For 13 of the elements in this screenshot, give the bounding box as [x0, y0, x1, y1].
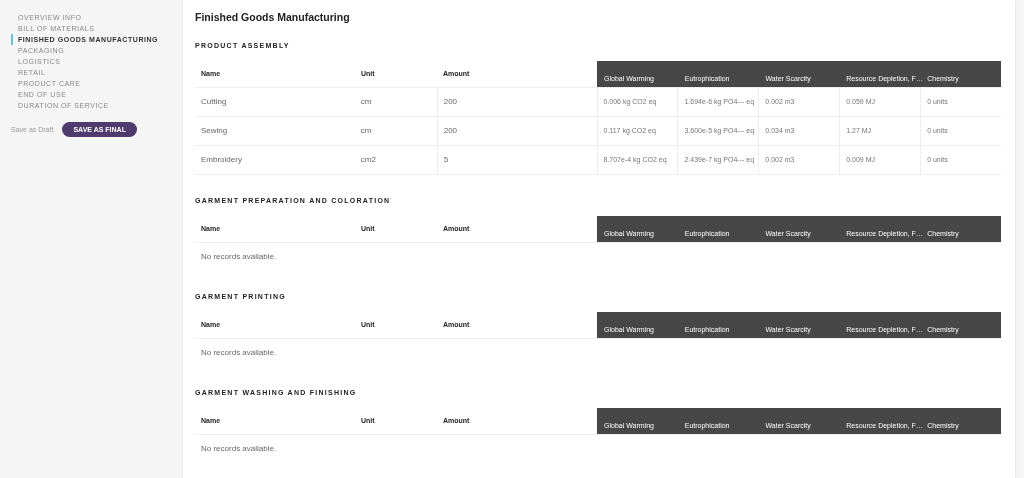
empty-message: No records available. — [201, 252, 277, 262]
table-cell-text: cm — [359, 125, 373, 137]
page-title: Finished Goods Manufacturing — [195, 10, 351, 24]
table-cell-text: Cutting — [200, 96, 228, 108]
table-cell-text: Sewing — [200, 125, 229, 137]
table-cell: 5 — [436, 146, 597, 174]
table-cell-text: cm2 — [359, 154, 377, 166]
table-cell-text: Embroidery — [200, 154, 243, 166]
empty-message: No records available. — [201, 444, 277, 454]
table-cell: 200 — [436, 117, 597, 145]
table-cell-text: cm — [359, 96, 373, 108]
empty-message: No records available. — [201, 348, 277, 358]
table-cell: 200 — [436, 88, 597, 116]
